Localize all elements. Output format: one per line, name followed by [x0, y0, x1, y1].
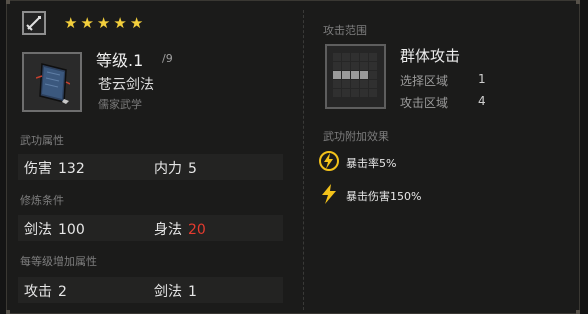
grid-cell: [360, 89, 368, 97]
sword-requirement: 剑法 100: [24, 219, 85, 239]
grid-cell: [369, 53, 377, 61]
internal-value: 5: [188, 161, 197, 177]
attack-area-value: 4: [478, 94, 486, 108]
sword-req-label: 剑法: [24, 222, 52, 238]
damage-stat: 伤害 132: [24, 158, 85, 178]
attributes-title: 武功属性: [20, 134, 64, 147]
grid-cell: [342, 80, 350, 88]
grid-cell: [333, 80, 341, 88]
panel-corner: [6, 0, 10, 4]
agility-requirement: 身法 20: [154, 219, 206, 239]
grid-cell: [333, 89, 341, 97]
star-icon: ★: [64, 14, 78, 32]
grid-cell: [333, 62, 341, 70]
grid-cell: [369, 80, 377, 88]
range-grid: [333, 53, 377, 97]
attack-per-level-label: 攻击: [24, 284, 52, 300]
requirements-title: 修炼条件: [20, 194, 64, 207]
grid-cell: [369, 89, 377, 97]
select-area-value: 1: [478, 72, 486, 86]
requirements-row: 剑法 100 身法 20: [18, 215, 283, 241]
grid-cell: [360, 53, 368, 61]
column-divider: [303, 10, 304, 310]
grid-cell: [360, 62, 368, 70]
grid-cell: [351, 53, 359, 61]
grid-cell-active: [333, 71, 341, 79]
grid-cell: [342, 62, 350, 70]
attack-range-grid: [325, 44, 386, 109]
grid-cell-active: [351, 71, 359, 79]
star-icon: ★: [129, 14, 144, 32]
grid-cell-active: [360, 71, 368, 79]
damage-value: 132: [58, 161, 85, 177]
agility-req-label: 身法: [154, 222, 182, 238]
effect-crit-rate: 暴击率5%: [346, 157, 397, 170]
skill-level-max: /9: [162, 52, 173, 65]
sword-req-value: 100: [58, 222, 85, 238]
effect-crit-damage: 暴击伤害150%: [346, 190, 422, 203]
skill-book-icon: [36, 63, 70, 104]
panel-corner: [576, 0, 580, 4]
per-level-title: 每等级增加属性: [20, 255, 97, 268]
attack-area-label: 攻击区域: [400, 96, 449, 110]
star-icon: ★: [80, 14, 94, 32]
skill-item-slot[interactable]: [22, 52, 82, 112]
range-type-name: 群体攻击: [400, 47, 461, 65]
grid-cell: [360, 80, 368, 88]
lightning-icon: [322, 184, 336, 204]
grid-cell: [342, 53, 350, 61]
per-level-row: 攻击 2 剑法 1: [18, 277, 283, 303]
grid-cell: [351, 80, 359, 88]
grid-cell: [342, 89, 350, 97]
skill-school: 儒家武学: [98, 98, 142, 111]
range-title: 攻击范围: [323, 24, 367, 37]
damage-label: 伤害: [24, 161, 52, 177]
select-area-label: 选择区域: [400, 74, 449, 88]
lightning-circle-icon: [319, 151, 339, 171]
sword-per-level-value: 1: [188, 284, 197, 300]
grid-cell: [369, 71, 377, 79]
agility-req-value: 20: [188, 222, 206, 238]
attributes-row: 伤害 132 内力 5: [18, 154, 283, 180]
sword-per-level: 剑法 1: [154, 281, 197, 301]
effects-title: 武功附加效果: [323, 130, 389, 143]
internal-label: 内力: [154, 161, 182, 177]
star-rating: ★ ★ ★ ★ ★: [64, 16, 143, 31]
grid-cell: [369, 62, 377, 70]
internal-stat: 内力 5: [154, 158, 197, 178]
star-icon: ★: [96, 14, 111, 32]
attack-per-level-value: 2: [58, 284, 67, 300]
sword-icon: [22, 11, 46, 35]
grid-cell: [351, 89, 359, 97]
skill-name: 苍云剑法: [98, 77, 154, 93]
sword-per-level-label: 剑法: [154, 284, 182, 300]
grid-cell-active: [342, 71, 350, 79]
star-icon: ★: [113, 14, 127, 32]
grid-cell: [351, 62, 359, 70]
attack-per-level: 攻击 2: [24, 281, 67, 301]
skill-level: 等级.1: [96, 51, 144, 70]
panel-corner: [6, 310, 10, 314]
panel-corner: [576, 310, 580, 314]
grid-cell: [333, 53, 341, 61]
